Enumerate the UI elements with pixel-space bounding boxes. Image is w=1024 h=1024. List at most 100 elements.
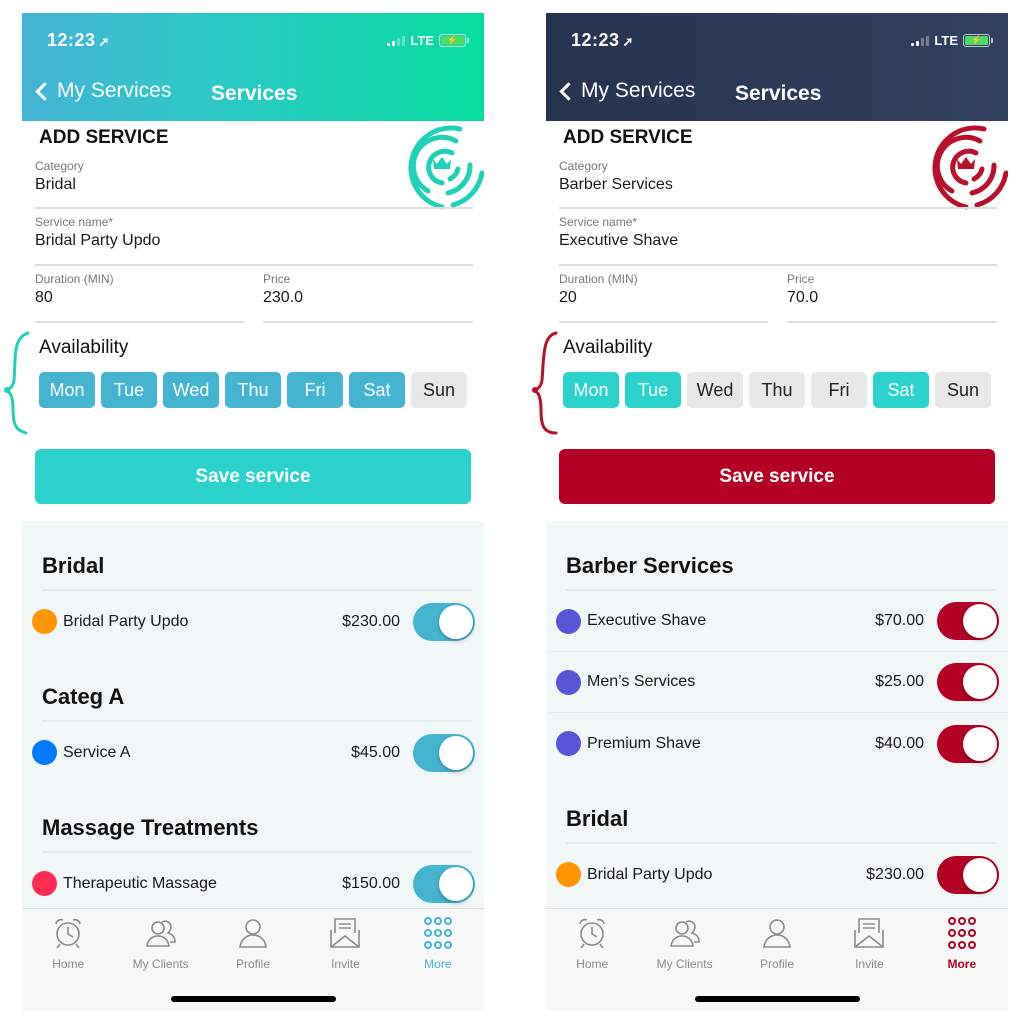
service-name-field[interactable]: Service name* Bridal Party Updo (35, 215, 473, 266)
service-row[interactable]: Bridal Party Updo $230.00 (546, 844, 1008, 905)
service-name: Executive Shave (587, 612, 707, 629)
tab-my-clients[interactable]: My Clients (114, 909, 206, 971)
tab-profile[interactable]: Profile (731, 909, 823, 971)
availability-days: Mon Tue Wed Thu Fri Sat Sun (563, 372, 991, 408)
tab-profile[interactable]: Profile (207, 909, 299, 971)
tab-label: Invite (855, 957, 884, 971)
chevron-left-icon (35, 81, 54, 101)
tab-invite[interactable]: Invite (823, 909, 915, 971)
envelope-icon (327, 916, 363, 955)
group-title: Bridal (42, 553, 472, 591)
field-label: Duration (MIN) (559, 272, 638, 286)
service-price: $150.00 (342, 874, 400, 892)
alarm-clock-icon (50, 916, 86, 955)
home-indicator (695, 996, 860, 1002)
service-group: Bridal Bridal Party Updo $230.00 (22, 521, 484, 652)
day-toggle-sat[interactable]: Sat (873, 372, 929, 408)
tab-invite[interactable]: Invite (299, 909, 391, 971)
price-field[interactable]: Price 230.0 (263, 272, 473, 323)
tab-home[interactable]: Home (22, 909, 114, 971)
tab-label: Profile (760, 957, 795, 971)
service-row[interactable]: Premium Shave $40.00 (546, 713, 1008, 774)
tab-home[interactable]: Home (546, 909, 638, 971)
day-toggle-sun[interactable]: Sun (935, 372, 991, 408)
battery-charging-icon: ⚡ (963, 34, 993, 47)
service-enabled-toggle[interactable] (413, 733, 475, 772)
service-price: $40.00 (875, 734, 924, 752)
tab-more[interactable]: More (916, 909, 1008, 971)
group-title: Massage Treatments (42, 815, 472, 853)
page-title: Services (211, 82, 298, 105)
service-row[interactable]: Service A $45.00 (22, 722, 484, 783)
toggle-knob (439, 604, 473, 639)
services-list: Bridal Bridal Party Updo $230.00 Categ A Ser… (22, 521, 484, 908)
back-button[interactable]: My Services (32, 79, 171, 103)
price-field[interactable]: Price 70.0 (787, 272, 997, 323)
service-enabled-toggle[interactable] (937, 602, 999, 640)
annotation-bracket-icon (4, 331, 30, 435)
group-title: Barber Services (566, 553, 996, 591)
back-label: My Services (581, 79, 696, 102)
service-name: Bridal Party Updo (587, 865, 713, 883)
day-toggle-sat[interactable]: Sat (349, 372, 405, 408)
tab-more[interactable]: More (392, 909, 484, 971)
duration-field[interactable]: Duration (MIN) 20 (559, 272, 768, 323)
toggle-knob (439, 735, 473, 770)
service-name: Service A (63, 743, 131, 761)
service-enabled-toggle[interactable] (937, 724, 999, 763)
field-value: Barber Services (559, 176, 673, 193)
service-group: Bridal Bridal Party Updo $230.00 (546, 774, 1008, 905)
nav-header: 12:23 ➚ LTE ⚡ My Services Services (22, 13, 484, 121)
service-enabled-toggle[interactable] (413, 602, 475, 641)
toggle-knob (963, 604, 997, 638)
service-row[interactable]: Executive Shave $70.00 (546, 591, 1008, 652)
phone-screen-teal: 12:23 ➚ LTE ⚡ My Services Services ADD SE… (22, 13, 484, 1011)
service-row[interactable]: Therapeutic Massage $150.00 (22, 853, 484, 908)
status-indicators: LTE ⚡ (911, 33, 993, 48)
back-button[interactable]: My Services (556, 79, 695, 103)
home-indicator (171, 996, 336, 1002)
save-service-button[interactable]: Save service (35, 449, 471, 504)
day-toggle-thu[interactable]: Thu (225, 372, 281, 408)
day-toggle-tue[interactable]: Tue (625, 372, 681, 408)
day-toggle-wed[interactable]: Wed (687, 372, 743, 408)
color-dot-icon (32, 609, 57, 634)
day-toggle-wed[interactable]: Wed (163, 372, 219, 408)
duration-field[interactable]: Duration (MIN) 80 (35, 272, 244, 323)
service-price: $70.00 (875, 612, 924, 629)
availability-days: Mon Tue Wed Thu Fri Sat Sun (39, 372, 467, 408)
service-enabled-toggle[interactable] (937, 663, 999, 701)
field-label: Category (559, 159, 608, 173)
day-toggle-thu[interactable]: Thu (749, 372, 805, 408)
service-name-field[interactable]: Service name* Executive Shave (559, 215, 997, 266)
toggle-knob (439, 866, 473, 901)
phone-screen-red: 12:23 ➚ LTE ⚡ My Services Services ADD SE… (546, 13, 1008, 1011)
service-enabled-toggle[interactable] (413, 864, 475, 903)
back-label: My Services (57, 79, 172, 102)
field-label: Price (787, 272, 815, 286)
day-toggle-fri[interactable]: Fri (811, 372, 867, 408)
service-name: Bridal Party Updo (63, 612, 189, 630)
category-field[interactable]: Category Barber Services (559, 159, 997, 209)
tab-label: Invite (331, 957, 360, 971)
category-field[interactable]: Category Bridal (35, 159, 473, 209)
color-dot-icon (32, 740, 57, 765)
day-toggle-fri[interactable]: Fri (287, 372, 343, 408)
service-enabled-toggle[interactable] (937, 855, 999, 894)
service-row[interactable]: Bridal Party Updo $230.00 (22, 591, 484, 652)
day-toggle-tue[interactable]: Tue (101, 372, 157, 408)
nav-header: 12:23 ➚ LTE ⚡ My Services Services (546, 13, 1008, 121)
day-toggle-mon[interactable]: Mon (563, 372, 619, 408)
tab-bar: Home My Clients Profile Invite More (22, 908, 484, 1011)
field-value: 70.0 (787, 289, 819, 306)
day-toggle-sun[interactable]: Sun (411, 372, 467, 408)
status-time: 12:23 ➚ (571, 30, 634, 50)
tab-my-clients[interactable]: My Clients (638, 909, 730, 971)
day-toggle-mon[interactable]: Mon (39, 372, 95, 408)
tab-label: Home (52, 957, 85, 971)
location-arrow-icon: ➚ (98, 34, 110, 49)
save-service-button[interactable]: Save service (559, 449, 995, 504)
service-name: Therapeutic Massage (63, 874, 217, 892)
service-row[interactable]: Men’s Services $25.00 (546, 652, 1008, 713)
color-dot-icon (556, 731, 581, 756)
